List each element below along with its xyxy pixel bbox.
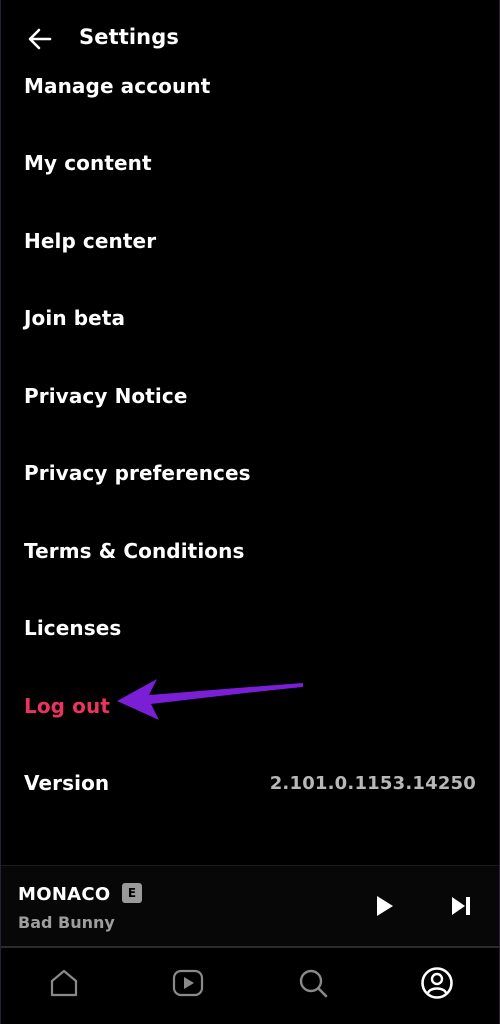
- menu-item-privacy-preferences[interactable]: Privacy preferences: [24, 451, 476, 495]
- skip-next-button[interactable]: [448, 893, 474, 919]
- arrow-left-icon: [28, 28, 52, 50]
- skip-next-icon: [452, 897, 470, 915]
- menu-item-licenses[interactable]: Licenses: [24, 606, 476, 650]
- search-icon: [299, 969, 328, 998]
- video-play-icon: [172, 969, 204, 997]
- version-label: Version: [24, 771, 110, 795]
- menu-item-help-center[interactable]: Help center: [24, 219, 476, 263]
- menu-item-label: My content: [24, 151, 152, 175]
- version-value: 2.101.0.1153.14250: [269, 772, 476, 794]
- header: Settings: [1, 14, 499, 62]
- menu-item-version: Version 2.101.0.1153.14250: [24, 761, 476, 805]
- bottom-nav: [1, 948, 499, 1024]
- log-out-label: Log out: [24, 694, 111, 718]
- menu-item-label: Licenses: [24, 616, 122, 640]
- menu-item-join-beta[interactable]: Join beta: [24, 296, 476, 340]
- nav-video[interactable]: [171, 966, 205, 1000]
- menu-item-label: Manage account: [24, 74, 211, 98]
- track-title: MONACO: [18, 884, 111, 905]
- menu-item-label: Terms & Conditions: [24, 539, 245, 563]
- menu-item-label: Privacy Notice: [24, 384, 188, 408]
- menu-item-terms-conditions[interactable]: Terms & Conditions: [24, 529, 476, 573]
- menu-item-label: Help center: [24, 229, 157, 253]
- menu-item-label: Privacy preferences: [24, 461, 251, 485]
- menu-item-manage-account[interactable]: Manage account: [24, 64, 476, 108]
- page-title: Settings: [79, 25, 179, 49]
- mini-player[interactable]: MONACO E Bad Bunny: [1, 866, 499, 946]
- menu-item-label: Join beta: [24, 306, 126, 330]
- explicit-badge: E: [122, 883, 142, 903]
- menu-item-privacy-notice[interactable]: Privacy Notice: [24, 374, 476, 418]
- menu-item-my-content[interactable]: My content: [24, 141, 476, 185]
- track-artist: Bad Bunny: [18, 913, 115, 932]
- back-button[interactable]: [25, 24, 55, 54]
- play-button[interactable]: [371, 893, 397, 919]
- nav-search[interactable]: [296, 966, 330, 1000]
- annotation-arrow-icon: [117, 679, 303, 720]
- nav-home[interactable]: [47, 966, 81, 1000]
- home-icon: [50, 969, 78, 997]
- nav-profile[interactable]: [420, 966, 454, 1000]
- play-icon: [377, 896, 393, 916]
- profile-icon: [421, 967, 453, 999]
